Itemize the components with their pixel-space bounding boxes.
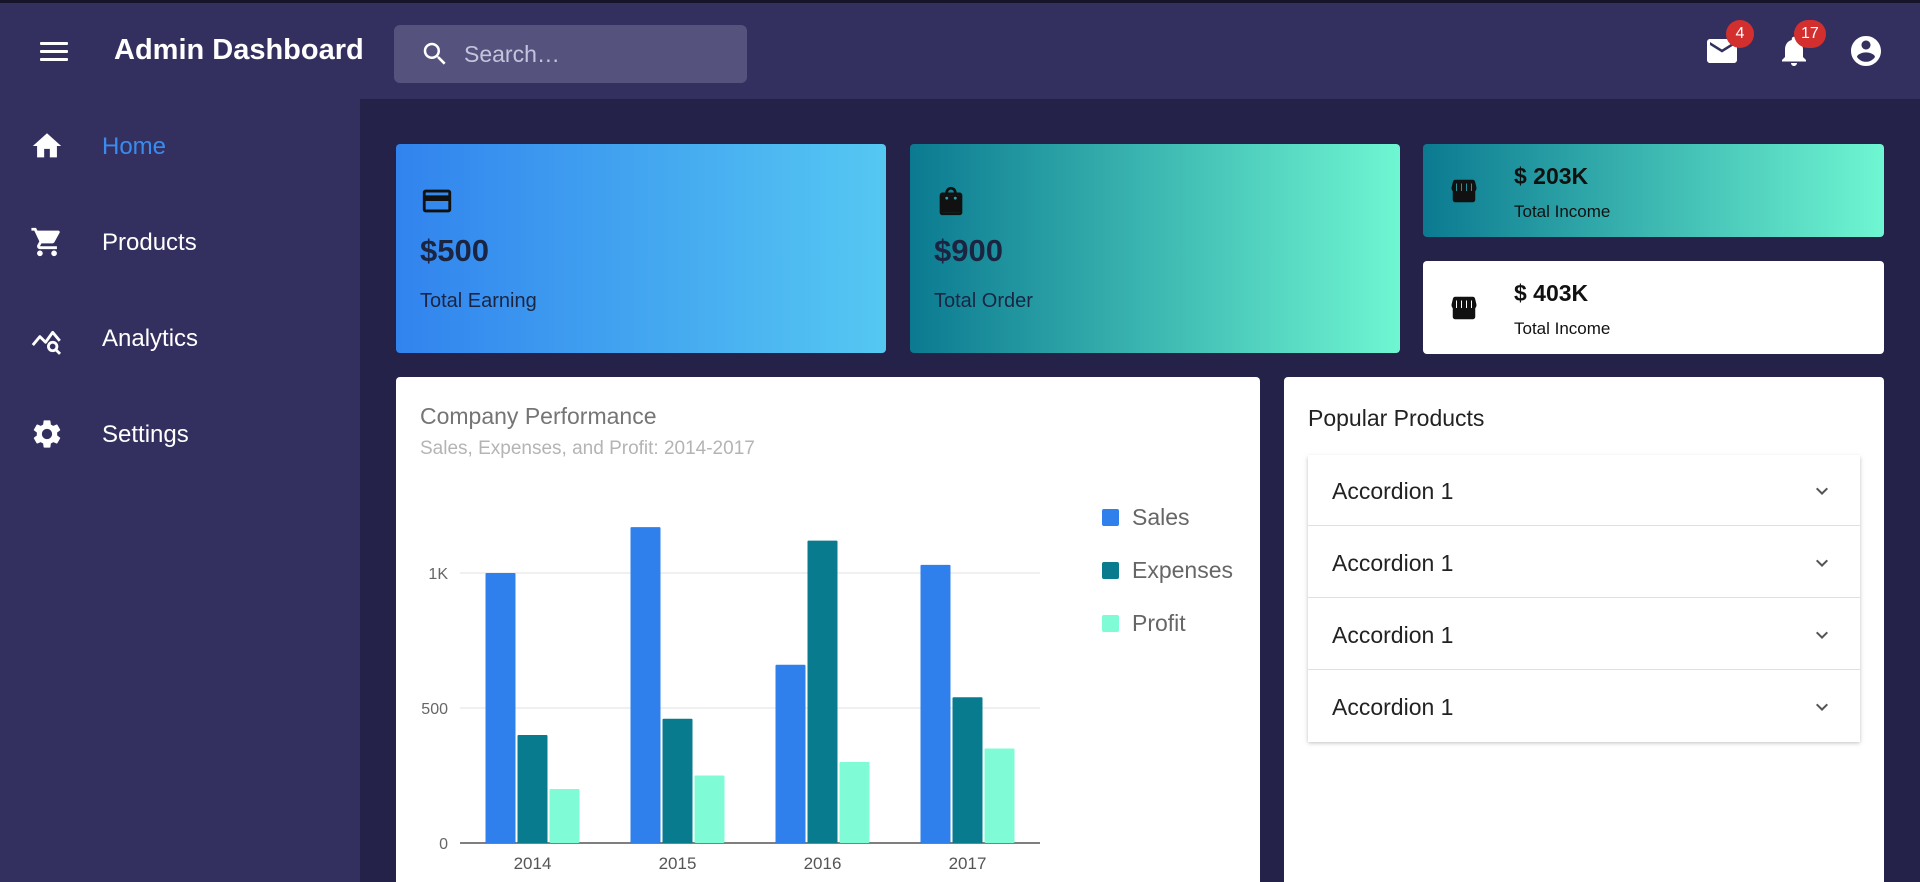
bar-profit — [839, 762, 870, 843]
earning-amount: $500 — [420, 233, 489, 268]
panel-title: Popular Products — [1308, 405, 1485, 431]
chevron-down-icon — [1816, 559, 1828, 567]
bar-sales — [485, 573, 516, 843]
sidebar: Home Products Analytics Settings — [0, 99, 360, 882]
accordion-label: Accordion 1 — [1332, 478, 1454, 504]
income-caption: Total Income — [1514, 319, 1611, 338]
legend-label: Profit — [1132, 610, 1186, 636]
search-icon — [423, 42, 446, 65]
mail-badge: 4 — [1726, 20, 1754, 48]
account-button[interactable] — [1848, 33, 1884, 74]
legend-label: Expenses — [1132, 557, 1233, 583]
sidebar-item-label: Settings — [102, 421, 189, 448]
notification-badge: 17 — [1794, 20, 1826, 48]
accordion-label: Accordion 1 — [1332, 694, 1454, 720]
menu-icon[interactable] — [36, 37, 72, 67]
account-circle-icon — [1851, 36, 1881, 66]
popular-products-panel: Popular Products Accordion 1 Accordion 1… — [1284, 377, 1884, 882]
legend-swatch — [1102, 509, 1119, 526]
order-caption: Total Order — [934, 290, 1033, 312]
chevron-down-icon — [1816, 487, 1828, 495]
store-icon — [1451, 179, 1477, 203]
sidebar-item-products[interactable]: Products — [0, 207, 360, 277]
sidebar-item-analytics[interactable]: Analytics — [0, 303, 360, 373]
store-icon — [1451, 296, 1477, 320]
x-tick-label: 2016 — [804, 854, 842, 873]
income-amount: $ 203K — [1514, 163, 1589, 189]
sidebar-item-label: Home — [102, 133, 167, 160]
total-income-card: $ 403K Total Income — [1423, 261, 1884, 354]
chevron-down-icon — [1816, 703, 1828, 711]
total-income-card: $ 203K Total Income — [1423, 144, 1884, 237]
sidebar-item-home[interactable]: Home — [0, 111, 360, 181]
accordion-item[interactable]: Accordion 1 — [1308, 455, 1860, 526]
accordion-item[interactable]: Accordion 1 — [1308, 527, 1860, 598]
bar-sales — [630, 527, 661, 843]
y-tick-label: 0 — [439, 836, 448, 853]
bar-expenses — [807, 540, 838, 843]
cart-icon — [31, 227, 60, 257]
bar-expenses — [952, 697, 983, 843]
income-caption: Total Income — [1514, 202, 1611, 221]
y-tick-label: 1K — [428, 566, 448, 583]
x-tick-label: 2014 — [514, 854, 552, 873]
company-performance-panel: Company Performance Sales, Expenses, and… — [396, 377, 1260, 882]
x-tick-label: 2015 — [659, 854, 697, 873]
bar-expenses — [517, 735, 548, 843]
home-icon — [32, 133, 62, 158]
notifications-button[interactable]: 17 — [1776, 20, 1826, 74]
gear-icon — [33, 420, 61, 448]
legend-swatch — [1102, 615, 1119, 632]
top-app-bar: Admin Dashboard 4 17 — [0, 0, 1920, 99]
sidebar-item-label: Analytics — [102, 325, 199, 352]
accordion-list: Accordion 1 Accordion 1 Accordion 1 Acco… — [1308, 455, 1860, 742]
bar-sales — [920, 564, 951, 843]
chevron-down-icon — [1816, 631, 1828, 639]
analytics-icon — [31, 330, 62, 355]
bar-sales — [775, 664, 806, 843]
shopping-bag-icon — [939, 186, 963, 216]
bar-expenses — [662, 718, 693, 843]
app-title: Admin Dashboard — [114, 34, 364, 66]
legend-label: Sales — [1132, 504, 1190, 530]
accordion-item[interactable]: Accordion 1 — [1308, 599, 1860, 670]
earning-caption: Total Earning — [420, 290, 537, 312]
credit-card-icon — [422, 189, 452, 213]
sidebar-item-settings[interactable]: Settings — [0, 399, 360, 469]
y-tick-label: 500 — [421, 701, 448, 718]
order-amount: $900 — [934, 233, 1003, 268]
total-order-card: $900 Total Order — [910, 144, 1400, 353]
mail-button[interactable]: 4 — [1704, 20, 1754, 74]
accordion-label: Accordion 1 — [1332, 622, 1454, 648]
search-input[interactable] — [464, 35, 734, 73]
accordion-item[interactable]: Accordion 1 — [1308, 671, 1860, 742]
bar-profit — [549, 789, 580, 843]
income-amount: $ 403K — [1514, 280, 1589, 306]
legend-swatch — [1102, 562, 1119, 579]
search-box[interactable] — [394, 25, 747, 83]
bar-profit — [694, 775, 725, 843]
x-tick-label: 2017 — [949, 854, 987, 873]
accordion-label: Accordion 1 — [1332, 550, 1454, 576]
total-earning-card: $500 Total Earning — [396, 144, 886, 353]
bar-profit — [984, 748, 1015, 843]
performance-bar-chart: 0 500 1K 2014 2015 2016 2017 Sales Expenses Profi… — [421, 504, 1233, 873]
sidebar-item-label: Products — [102, 229, 197, 256]
